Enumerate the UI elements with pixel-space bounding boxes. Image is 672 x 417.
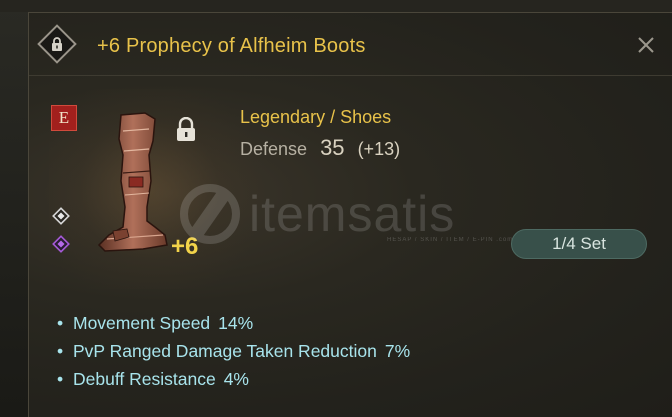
rarity-type: Legendary / Shoes: [240, 107, 392, 127]
set-button[interactable]: 1/4 Set: [511, 229, 647, 259]
background-top: [0, 0, 672, 12]
close-icon[interactable]: [636, 35, 656, 55]
lock-icon[interactable]: [37, 24, 77, 64]
defense-bonus: (+13): [357, 139, 401, 159]
defense-label: Defense: [240, 139, 308, 159]
stat-name: Movement Speed: [73, 313, 211, 333]
diamond-gem-icon[interactable]: [52, 207, 70, 225]
background-left: [0, 0, 30, 417]
screen: +6 Prophecy of Alfheim Boots E +6 Legend…: [0, 0, 672, 417]
tooltip-header: +6 Prophecy of Alfheim Boots: [29, 13, 672, 76]
grade-badge: E: [51, 105, 77, 131]
stat-name: PvP Ranged Damage Taken Reduction: [73, 341, 377, 361]
stat-value: 14%: [218, 313, 254, 333]
stat-value: 4%: [223, 369, 249, 389]
bullet: •: [57, 313, 64, 333]
list-item: • PvP Ranged Damage Taken Reduction 7%: [57, 337, 410, 365]
watermark-tagline: HESAP / SKIN / ITEM / E-PIN .com: [387, 237, 513, 243]
stat-name: Debuff Resistance: [73, 369, 216, 389]
bullet: •: [57, 341, 64, 361]
list-item: • Movement Speed 14%: [57, 309, 410, 337]
watermark-brand: itemsatis: [249, 186, 456, 242]
watermark-logo-icon: [180, 184, 240, 244]
defense-row: Defense 35 (+13): [240, 135, 400, 161]
stat-value: 7%: [384, 341, 411, 361]
bullet: •: [57, 369, 64, 389]
list-item: • Debuff Resistance 4%: [57, 365, 410, 393]
purple-gem-icon[interactable]: [52, 235, 70, 253]
item-tooltip-panel: +6 Prophecy of Alfheim Boots E +6 Legend…: [28, 12, 672, 417]
stat-list: • Movement Speed 14% • PvP Ranged Damage Ta…: [57, 309, 410, 393]
watermark-tagline-text: HESAP / SKIN / ITEM / E-PIN: [387, 237, 494, 243]
lock-icon-small: [177, 117, 195, 141]
item-title: +6 Prophecy of Alfheim Boots: [97, 35, 366, 57]
defense-value: 35: [320, 135, 345, 160]
boot-icon[interactable]: [93, 111, 173, 253]
